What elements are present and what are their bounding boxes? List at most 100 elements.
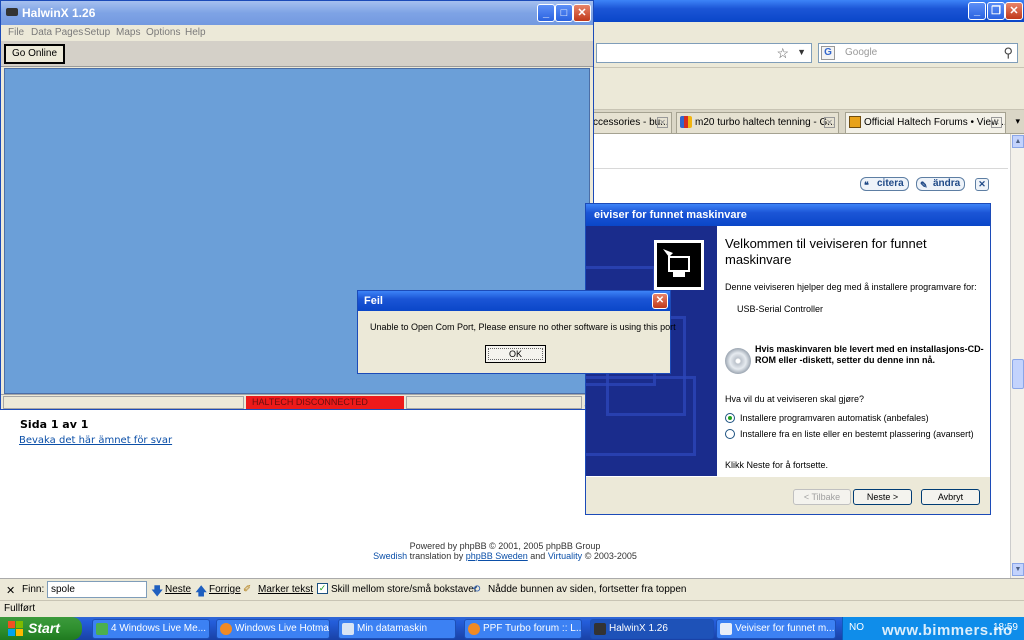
- halwinx-menubar: File Data Pages Setup Maps Options Help: [1, 25, 593, 41]
- status-text: Fullført: [4, 603, 36, 614]
- powered-by-text: Powered by phpBB © 2001, 2005 phpBB Grou…: [409, 541, 601, 551]
- language-text: Swedish: [373, 551, 408, 561]
- url-bar[interactable]: ☆ ▼: [596, 43, 812, 63]
- watch-topic-link[interactable]: Bevaka det här ämnet för svar: [19, 435, 172, 446]
- task-label: PPF Turbo forum :: L...: [483, 623, 582, 634]
- google-engine-icon[interactable]: G: [821, 46, 835, 60]
- language-indicator[interactable]: NO: [849, 622, 864, 633]
- cd-icon: [725, 348, 751, 374]
- wizard-heading: Velkommen til veiviseren for funnet mask…: [725, 236, 927, 267]
- menu-file[interactable]: File: [8, 27, 24, 38]
- error-titlebar[interactable]: Feil ✕: [358, 291, 670, 311]
- menu-options[interactable]: Options: [146, 27, 180, 38]
- close-tab-icon[interactable]: ✕: [991, 117, 1002, 128]
- start-button[interactable]: Start: [0, 617, 82, 640]
- wizard-icon: [720, 623, 732, 635]
- copyright-year: © 2003-2005: [584, 551, 637, 561]
- task-ppf-forum[interactable]: PPF Turbo forum :: L...: [464, 619, 582, 639]
- back-button[interactable]: < Tilbake: [793, 489, 851, 505]
- task-my-computer[interactable]: Min datamaskin: [338, 619, 456, 639]
- option-manual-radio[interactable]: [725, 429, 735, 439]
- match-case-checkbox[interactable]: ✓: [317, 583, 328, 594]
- wrap-icon: ⟲: [472, 584, 481, 595]
- menu-maps[interactable]: Maps: [116, 27, 140, 38]
- quote-button[interactable]: ❝ citera: [860, 177, 909, 191]
- menu-setup[interactable]: Setup: [84, 27, 110, 38]
- delete-post-button[interactable]: ✕: [975, 178, 989, 191]
- dropdown-arrow-icon[interactable]: ▼: [797, 47, 806, 57]
- vertical-scrollbar[interactable]: ▲ ▼: [1010, 134, 1024, 578]
- task-halwinx[interactable]: HalwinX 1.26: [590, 619, 714, 639]
- task-label: Windows Live Hotmai...: [235, 623, 330, 634]
- find-input[interactable]: [47, 581, 147, 598]
- next-button[interactable]: Neste >: [853, 489, 912, 505]
- menu-data-pages[interactable]: Data Pages: [31, 27, 83, 38]
- option-auto-label[interactable]: Installere programvaren automatisk (anbe…: [740, 413, 929, 423]
- find-next-button[interactable]: Neste: [165, 584, 191, 595]
- close-button[interactable]: ✕: [1005, 2, 1023, 20]
- phpbb-sweden-link[interactable]: phpBB Sweden: [466, 551, 528, 561]
- cancel-button[interactable]: Avbryt: [921, 489, 980, 505]
- scroll-up-icon[interactable]: ▲: [1012, 135, 1024, 148]
- tab-label: Official Haltech Forums • View ...: [864, 117, 1006, 128]
- error-title: Feil: [364, 295, 383, 307]
- tab-list-arrow-icon[interactable]: ▾: [1015, 116, 1020, 127]
- scroll-thumb[interactable]: [1012, 359, 1024, 389]
- firefox-icon: [468, 623, 480, 635]
- scroll-down-icon[interactable]: ▼: [1012, 563, 1024, 576]
- wizard-titlebar[interactable]: eiviser for funnet maskinvare: [586, 204, 990, 226]
- find-bar: ✕ Finn: 🡇 Neste 🡅 Forrige ✐ Marker tekst…: [0, 578, 1024, 600]
- taskbar: Start 4 Windows Live Me... Windows Live …: [0, 617, 1024, 640]
- task-hardware-wizard[interactable]: Veiviser for funnet m...: [716, 619, 836, 639]
- cd-note: Hvis maskinvaren ble levert med en insta…: [755, 344, 984, 365]
- minimize-button[interactable]: _: [537, 4, 555, 22]
- hardware-icon: [654, 240, 704, 290]
- translation-credit: Swedish translation by phpBB Sweden and …: [0, 551, 1010, 561]
- wizard-footer: < Tilbake Neste > Avbryt: [586, 476, 990, 514]
- match-case-label: Skill mellom store/små bokstaver: [331, 584, 478, 595]
- close-find-icon[interactable]: ✕: [6, 584, 15, 597]
- highlight-all-button[interactable]: Marker tekst: [258, 584, 313, 595]
- option-auto-radio[interactable]: [725, 413, 735, 423]
- task-label: HalwinX 1.26: [609, 623, 668, 634]
- ok-button[interactable]: OK: [485, 345, 546, 363]
- search-icon[interactable]: ⚲: [1003, 45, 1013, 61]
- windows-logo-icon: [8, 621, 23, 636]
- and-text: and: [530, 551, 546, 561]
- close-tab-icon[interactable]: ✕: [657, 117, 668, 128]
- restore-button[interactable]: ❐: [987, 2, 1005, 20]
- find-previous-button[interactable]: Forrige: [209, 584, 241, 595]
- task-label: Min datamaskin: [357, 623, 428, 634]
- wrapped-message: Nådde bunnen av siden, fortsetter fra to…: [488, 584, 687, 595]
- computer-icon: [342, 623, 354, 635]
- tab-google-search[interactable]: m20 turbo haltech tenning - G... ✕: [676, 112, 839, 133]
- task-live-messenger[interactable]: 4 Windows Live Me...: [92, 619, 210, 639]
- go-online-button[interactable]: Go Online: [4, 44, 65, 64]
- menu-help[interactable]: Help: [185, 27, 206, 38]
- maximize-button[interactable]: □: [555, 4, 573, 22]
- edit-label: ändra: [933, 178, 961, 189]
- highlight-icon[interactable]: ✐: [243, 584, 251, 595]
- task-hotmail[interactable]: Windows Live Hotmai...: [216, 619, 330, 639]
- tab-accessories[interactable]: ccessories - bu... ✕: [588, 112, 672, 133]
- page-count: Sida 1 av 1: [20, 418, 89, 431]
- virtuality-text: Virtuality: [547, 551, 583, 561]
- watermark: www.bimmers.no: [882, 622, 1013, 639]
- close-tab-icon[interactable]: ✕: [824, 117, 835, 128]
- tab-haltech-forums[interactable]: Official Haltech Forums • View ... ✕: [845, 112, 1006, 133]
- divider: [594, 168, 1008, 169]
- halwinx-icon: [594, 623, 606, 635]
- close-button[interactable]: ✕: [652, 293, 668, 309]
- close-button[interactable]: ✕: [573, 4, 591, 22]
- bookmark-star-icon[interactable]: ☆: [776, 45, 789, 62]
- minimize-button[interactable]: _: [968, 2, 986, 20]
- halwinx-titlebar[interactable]: HalwinX 1.26 _ □ ✕: [1, 1, 593, 25]
- error-message: Unable to Open Com Port, Please ensure n…: [370, 322, 676, 332]
- option-manual-label[interactable]: Installere fra en liste eller en bestemt…: [740, 429, 974, 439]
- search-placeholder: Google: [845, 47, 878, 58]
- halwinx-status-bar: HALTECH DISCONNECTED ◢: [1, 394, 593, 409]
- search-bar[interactable]: G Google ⚲: [818, 43, 1018, 63]
- edit-button[interactable]: ✎ ändra: [916, 177, 966, 191]
- quote-label: citera: [877, 178, 904, 189]
- wizard-body: Velkommen til veiviseren for funnet mask…: [717, 226, 990, 476]
